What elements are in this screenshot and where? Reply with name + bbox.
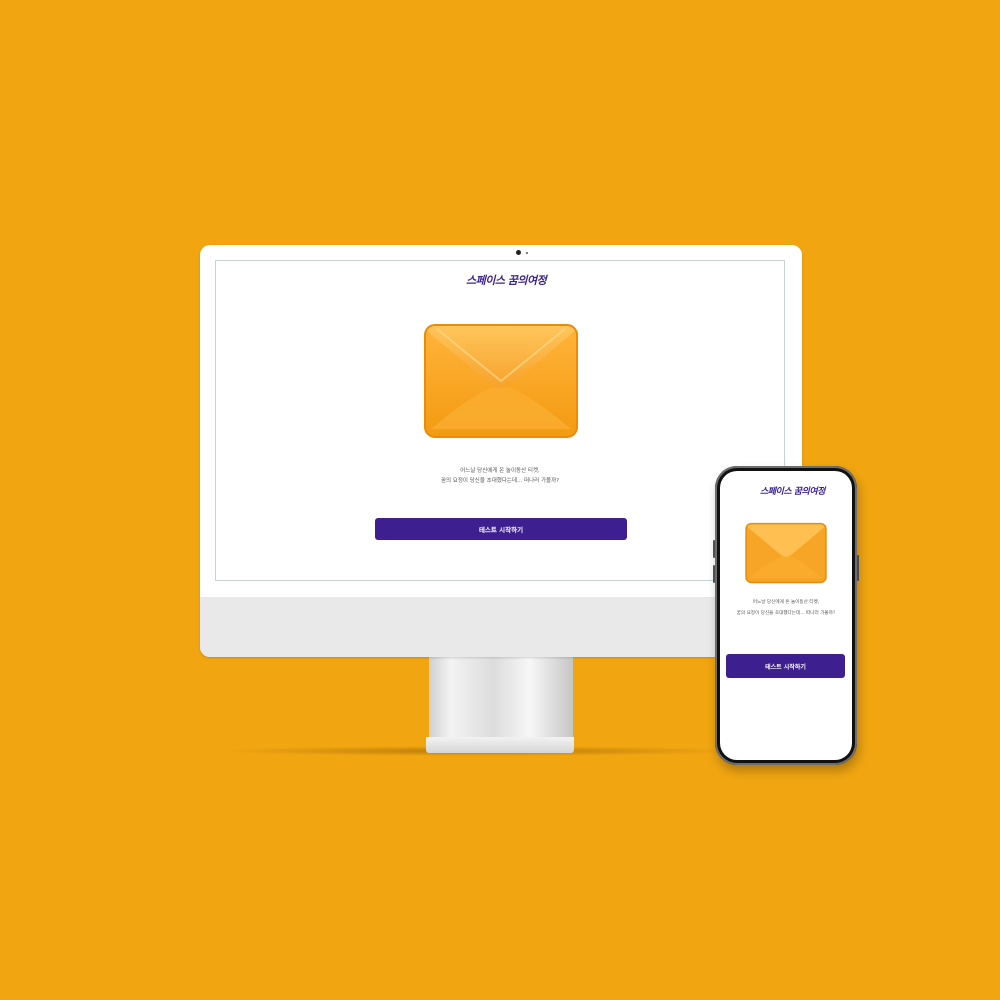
imac-stand-foot bbox=[426, 737, 574, 753]
intro-line-2: 꿈의 요정이 당신을 초대했다는데... 떠나러 가볼까? bbox=[440, 478, 560, 485]
brand-logo[interactable]: 스페이스 꿈의여정 bbox=[466, 272, 547, 288]
intro-line-1: 어느날 당신에게 온 놀이동산 티켓, bbox=[752, 600, 820, 605]
imac-chin bbox=[200, 597, 802, 657]
desktop-screen: 스페이스 꿈의여정 어느날 당신에게 온 놀이동산 티켓, 꿈의 요정이 당신을… bbox=[215, 260, 785, 581]
phone-button-right bbox=[857, 555, 859, 581]
start-test-button-mobile[interactable]: 테스트 시작하기 bbox=[726, 654, 845, 678]
start-test-button[interactable]: 테스트 시작하기 bbox=[375, 518, 627, 540]
mobile-screen: 스페이스 꿈의여정 어느날 당신에게 온 놀이동산 티켓, 꿈의 요정이 당신을… bbox=[720, 471, 852, 760]
envelope-icon bbox=[424, 324, 578, 438]
intro-line-2: 꿈의 요정이 당신을 초대했다는데... 떠나러 가볼까? bbox=[736, 611, 836, 617]
brand-logo-mobile[interactable]: 스페이스 꿈의여정 bbox=[760, 484, 825, 497]
intro-line-1: 어느날 당신에게 온 놀이동산 티켓, bbox=[460, 468, 540, 474]
imac-stand bbox=[429, 657, 573, 747]
intro-text-mobile: 어느날 당신에게 온 놀이동산 티켓, 꿈의 요정이 당신을 초대했다는데...… bbox=[720, 597, 852, 619]
envelope-icon bbox=[745, 522, 827, 584]
camera-icon bbox=[516, 250, 521, 255]
intro-text: 어느날 당신에게 온 놀이동산 티켓, 꿈의 요정이 당신을 초대했다는데...… bbox=[216, 466, 784, 487]
sensor-dot bbox=[526, 252, 528, 254]
